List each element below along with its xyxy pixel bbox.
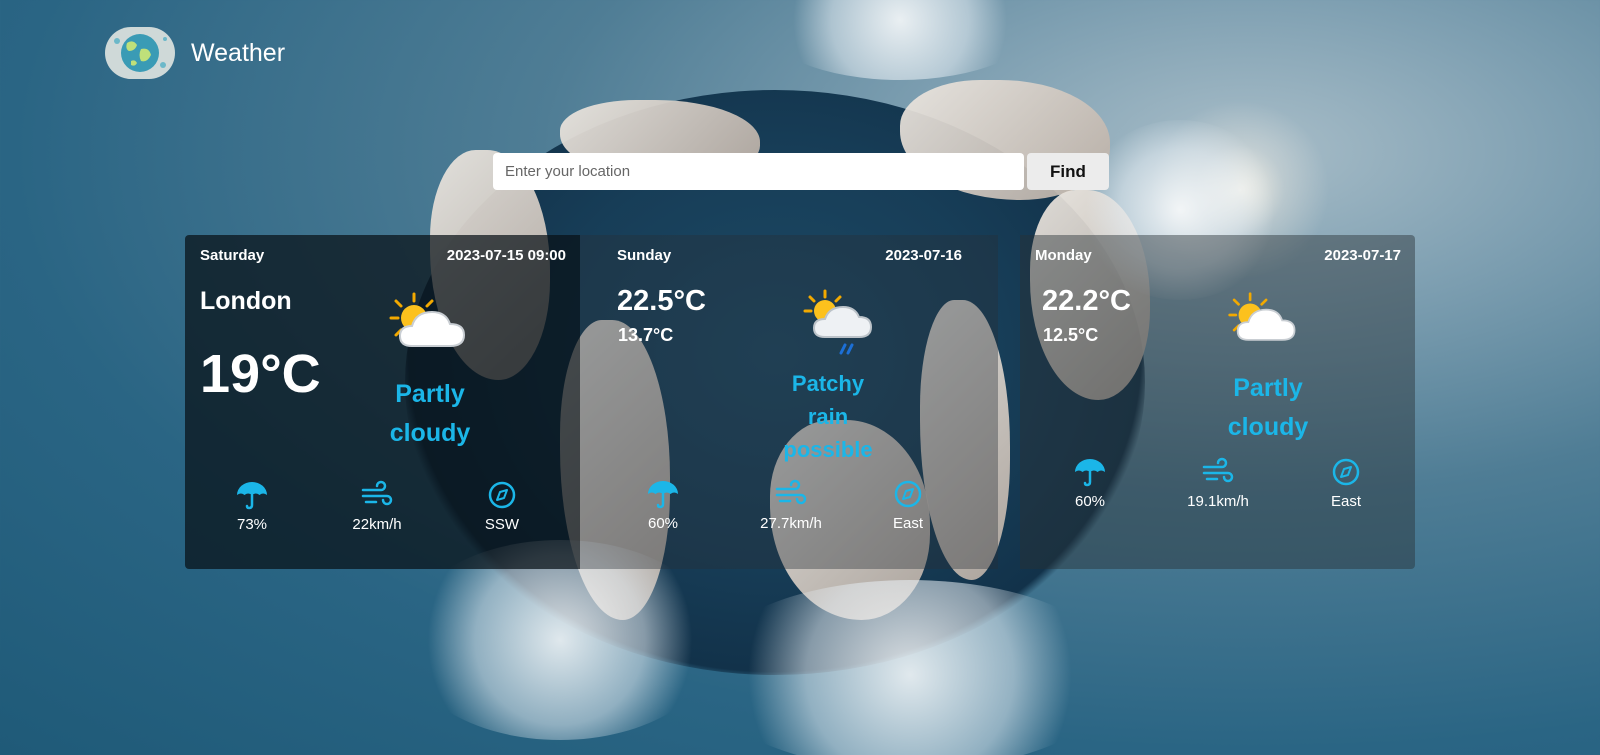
date-label: 2023-07-16: [885, 247, 962, 264]
wind-speed-value: 22km/h: [352, 516, 402, 533]
wind-speed-stat: 27.7km/h: [746, 479, 836, 533]
background-cloud: [760, 0, 1040, 80]
background-cloud: [700, 580, 1120, 755]
day-label: Sunday: [617, 247, 672, 264]
wind-speed-stat: 19.1km/h: [1173, 457, 1263, 511]
day-label: Saturday: [200, 247, 265, 264]
precipitation-value: 60%: [647, 515, 679, 532]
day-label: Monday: [1035, 247, 1092, 264]
precipitation-stat: 60%: [618, 479, 708, 533]
min-temperature: 12.5°C: [1043, 325, 1099, 345]
wind-speed-value: 27.7km/h: [760, 515, 822, 532]
wind-direction-stat: East: [863, 479, 953, 533]
partly-cloudy-icon: [389, 292, 466, 347]
location-search-input[interactable]: [493, 153, 1024, 190]
precipitation-stat: 73%: [207, 480, 297, 534]
partly-cloudy-icon: [1228, 292, 1296, 341]
globe-icon[interactable]: [105, 27, 175, 79]
wind-direction-stat: East: [1301, 457, 1391, 511]
wind-direction-value: East: [1330, 493, 1361, 510]
compass-icon: [488, 481, 516, 509]
background-cloud: [400, 540, 720, 740]
umbrella-icon: [1075, 459, 1105, 487]
condition-text: Patchy rain possible: [783, 371, 873, 462]
app-title: Weather: [191, 38, 286, 67]
precipitation-value: 60%: [1074, 493, 1106, 510]
precipitation-value: 73%: [236, 516, 268, 533]
wind-icon: [361, 480, 393, 506]
wind-direction-stat: SSW: [457, 480, 547, 534]
find-button[interactable]: Find: [1027, 153, 1109, 190]
wind-icon: [775, 479, 807, 505]
max-temperature: 22.2°C: [1042, 285, 1131, 317]
forecast-card-today: Saturday 2023-07-15 09:00 London 19°C Pa…: [185, 235, 580, 569]
date-label: 2023-07-17: [1324, 247, 1401, 264]
app-header: Weather: [105, 27, 285, 79]
patchy-rain-icon: [803, 289, 873, 355]
wind-direction-value: SSW: [484, 516, 520, 533]
compass-icon: [1332, 458, 1360, 486]
umbrella-icon: [237, 482, 267, 510]
forecast-card-day-3: Monday 2023-07-17 22.2°C 12.5°C Partly c…: [1020, 235, 1415, 569]
compass-icon: [894, 480, 922, 508]
min-temperature: 13.7°C: [618, 325, 674, 345]
forecast-card-day-2: Sunday 2023-07-16 22.5°C 13.7°C Patchy r…: [580, 235, 998, 569]
umbrella-icon: [648, 481, 678, 509]
date-label: 2023-07-15 09:00: [446, 247, 566, 264]
wind-icon: [1202, 457, 1234, 483]
wind-speed-value: 19.1km/h: [1187, 493, 1249, 510]
condition-text: Partly cloudy: [389, 380, 471, 447]
max-temperature: 22.5°C: [617, 285, 706, 317]
search-bar: Find: [493, 153, 1109, 190]
wind-direction-value: East: [892, 515, 923, 532]
condition-text: Partly cloudy: [1227, 374, 1309, 441]
wind-speed-stat: 22km/h: [332, 480, 422, 534]
current-temperature: 19°C: [200, 344, 321, 404]
precipitation-stat: 60%: [1045, 457, 1135, 511]
city-name: London: [200, 287, 292, 315]
